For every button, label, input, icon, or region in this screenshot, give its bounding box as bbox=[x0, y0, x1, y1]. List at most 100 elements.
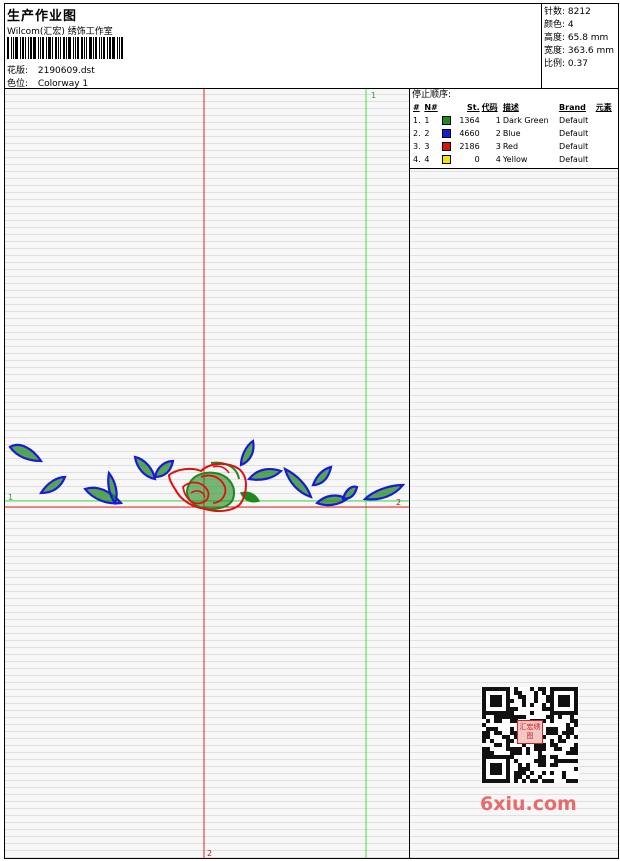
qr-module bbox=[518, 763, 522, 767]
row-swatch bbox=[441, 127, 454, 140]
qr-module bbox=[530, 779, 534, 783]
qr-module bbox=[574, 735, 578, 739]
qr-module bbox=[566, 751, 570, 755]
row-needle: 3 bbox=[424, 142, 430, 151]
qr-module bbox=[534, 779, 538, 783]
qr-module bbox=[546, 699, 550, 703]
barcode bbox=[7, 37, 145, 59]
red-vertical-label: 2 bbox=[207, 849, 212, 858]
barcode-bar bbox=[52, 37, 53, 59]
design-height: 高度: 65.8 mm bbox=[544, 33, 609, 43]
qr-module bbox=[506, 743, 510, 747]
qr-module bbox=[550, 755, 554, 759]
qr-module bbox=[518, 695, 522, 699]
qr-module bbox=[526, 767, 530, 771]
qr-module bbox=[562, 759, 566, 763]
row-needle: 2 bbox=[424, 129, 430, 138]
qr-module bbox=[546, 779, 550, 783]
barcode-bar bbox=[89, 37, 92, 59]
design-preview[interactable]: 1 1 2 2 bbox=[5, 89, 410, 858]
qr-module bbox=[510, 747, 514, 751]
row-brand: Default bbox=[559, 142, 589, 151]
qr-module bbox=[546, 731, 550, 735]
qr-module bbox=[490, 739, 494, 743]
barcode-bar bbox=[73, 37, 74, 59]
qr-module bbox=[514, 751, 518, 755]
qr-module bbox=[542, 779, 546, 783]
row-description: Blue bbox=[502, 129, 521, 138]
qr-module bbox=[494, 743, 498, 747]
qr-module bbox=[542, 703, 546, 707]
qr-module bbox=[482, 723, 486, 727]
qr-module bbox=[506, 747, 510, 751]
leaf bbox=[246, 468, 284, 481]
barcode-bar bbox=[25, 37, 26, 59]
color-swatch bbox=[442, 155, 452, 164]
barcode-bar bbox=[84, 37, 85, 59]
leaf bbox=[39, 475, 67, 495]
barcode-bar bbox=[30, 37, 32, 59]
barcode-bar bbox=[40, 37, 41, 59]
qr-module bbox=[514, 687, 518, 691]
qr-module bbox=[554, 731, 558, 735]
qr-module bbox=[534, 759, 538, 763]
design-width: 宽度: 363.6 mm bbox=[544, 46, 615, 56]
barcode-bar bbox=[93, 37, 94, 59]
qr-module bbox=[562, 771, 566, 775]
qr-module bbox=[566, 735, 570, 739]
row-stitches: 0 bbox=[474, 155, 480, 164]
qr-module bbox=[538, 747, 542, 751]
qr-module bbox=[486, 719, 490, 723]
qr-module bbox=[526, 775, 530, 779]
qr-module bbox=[490, 751, 494, 755]
table-row: 3. 3 2186 3 Red Default bbox=[412, 140, 616, 153]
qr-module bbox=[506, 739, 510, 743]
qr-module bbox=[486, 727, 490, 731]
row-brand: Default bbox=[559, 155, 589, 164]
barcode-bar bbox=[99, 37, 100, 59]
qr-module bbox=[538, 775, 542, 779]
qr-module bbox=[566, 779, 570, 783]
qr-module bbox=[518, 771, 522, 775]
embroidery-canvas: 1 1 2 2 bbox=[5, 89, 409, 858]
col-header-code: 代码 bbox=[481, 103, 498, 112]
qr-module bbox=[510, 731, 514, 735]
qr-module bbox=[494, 715, 498, 719]
qr-module bbox=[502, 715, 506, 719]
qr-module bbox=[534, 695, 538, 699]
leaf bbox=[283, 466, 313, 499]
barcode-bar bbox=[60, 37, 61, 59]
qr-module bbox=[574, 743, 578, 747]
col-header-element: 元素 bbox=[595, 103, 612, 112]
qr-module bbox=[542, 771, 546, 775]
qr-module bbox=[542, 707, 546, 711]
leaf bbox=[341, 485, 359, 501]
qr-module bbox=[518, 747, 522, 751]
company-name: Wilcom(汇宏) 绣饰工作室 bbox=[7, 27, 113, 37]
stop-sequence-table: # N# St. 代码 描述 Brand 元素 1. 1 1364 1 Dark Gre… bbox=[412, 101, 616, 166]
row-index: 1. bbox=[413, 116, 421, 125]
qr-module bbox=[482, 747, 486, 751]
qr-module bbox=[566, 727, 570, 731]
qr-module bbox=[490, 727, 494, 731]
qr-module bbox=[510, 739, 514, 743]
design-file-label: 花版: bbox=[7, 66, 29, 76]
qr-module bbox=[574, 751, 578, 755]
qr-module bbox=[502, 735, 506, 739]
row-index: 2. bbox=[413, 129, 421, 138]
qr-finder bbox=[490, 695, 502, 707]
qr-module bbox=[498, 743, 502, 747]
color-count: 颜色: 4 bbox=[544, 20, 574, 30]
qr-module bbox=[542, 691, 546, 695]
qr-module bbox=[570, 759, 574, 763]
leaf bbox=[311, 465, 333, 487]
qr-module bbox=[562, 775, 566, 779]
qr-module bbox=[518, 715, 522, 719]
qr-module bbox=[510, 711, 514, 715]
row-description: Red bbox=[502, 142, 519, 151]
leaf bbox=[133, 455, 157, 481]
col-header-number: N# bbox=[424, 103, 438, 112]
qr-module bbox=[554, 755, 558, 759]
barcode-bar bbox=[107, 37, 108, 59]
qr-module bbox=[510, 727, 514, 731]
